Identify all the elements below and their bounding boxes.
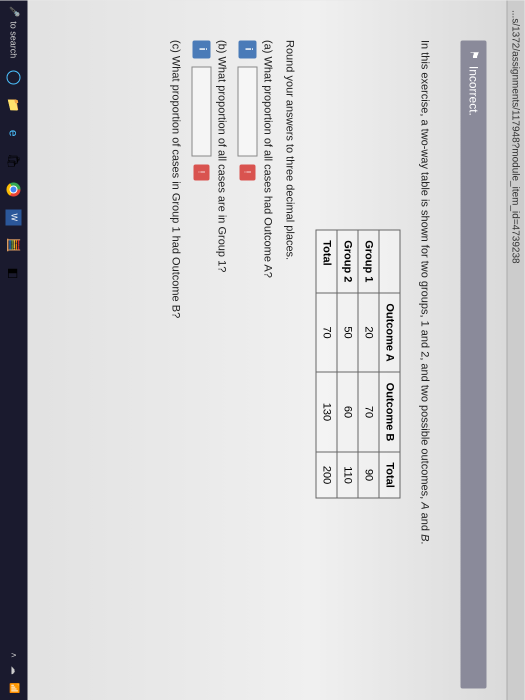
answer-row-b: i !	[192, 40, 212, 688]
table-row: Group 2 50 60 110	[338, 230, 359, 499]
url-bar: ...s/1372/assignments/117948?module_item…	[507, 0, 525, 700]
answer-input-a[interactable]	[238, 66, 258, 156]
question-c: (c) What proportion of cases in Group 1 …	[170, 40, 182, 688]
chevron-up-icon[interactable]: ˄	[9, 653, 19, 658]
incorrect-banner: ⚑ Incorrect.	[461, 40, 487, 688]
col-outcome-b: Outcome B	[380, 372, 401, 452]
question-b: (b) What proportion of all cases are in …	[216, 40, 228, 688]
taskbar-icons: 📁 e 🛍 W 🧮 ◧	[5, 68, 23, 282]
table-row: Group 1 20 70 90	[359, 230, 380, 499]
col-total: Total	[380, 452, 401, 498]
info-button[interactable]: i	[193, 40, 211, 58]
taskbar-search[interactable]: 🎤 to search	[9, 6, 20, 58]
cortana-icon[interactable]	[5, 68, 23, 86]
round-instruction: Round your answers to three decimal plac…	[284, 40, 296, 688]
content-area: ⚑ Incorrect. In this exercise, a two-way…	[28, 0, 507, 700]
two-way-table: Outcome A Outcome B Total Group 1 20 70 …	[316, 229, 401, 499]
col-outcome-a: Outcome A	[380, 293, 401, 372]
mic-icon: 🎤	[9, 6, 20, 17]
flag-icon: ⚑	[468, 50, 481, 60]
table-row: Total 70 130 200	[317, 230, 338, 499]
chrome-icon[interactable]	[5, 180, 23, 198]
word-icon[interactable]: W	[5, 208, 23, 226]
info-button[interactable]: i	[239, 40, 257, 58]
question-a: (a) What proportion of all cases had Out…	[262, 40, 274, 688]
table-corner	[380, 230, 401, 293]
file-explorer-icon[interactable]: 📁	[5, 96, 23, 114]
wifi-icon[interactable]: 📶	[9, 683, 20, 694]
answer-row-a: i !	[238, 40, 258, 688]
url-text: ...s/1372/assignments/117948?module_item…	[510, 10, 521, 264]
incorrect-label: Incorrect.	[467, 66, 481, 116]
answer-input-b[interactable]	[192, 66, 212, 156]
calculator-icon[interactable]: 🧮	[5, 236, 23, 254]
taskbar-tray[interactable]: ˄ ☁ 📶	[9, 653, 20, 694]
app-icon[interactable]: ◧	[5, 264, 23, 282]
error-icon: !	[240, 164, 256, 180]
edge-icon[interactable]: e	[5, 124, 23, 142]
error-icon: !	[194, 164, 210, 180]
store-icon[interactable]: 🛍	[5, 152, 23, 170]
taskbar: 🎤 to search 📁 e 🛍 W 🧮 ◧ ˄ ☁ 📶	[0, 0, 28, 700]
cloud-icon[interactable]: ☁	[9, 666, 20, 675]
intro-text: In this exercise, a two-way table is sho…	[419, 40, 431, 688]
